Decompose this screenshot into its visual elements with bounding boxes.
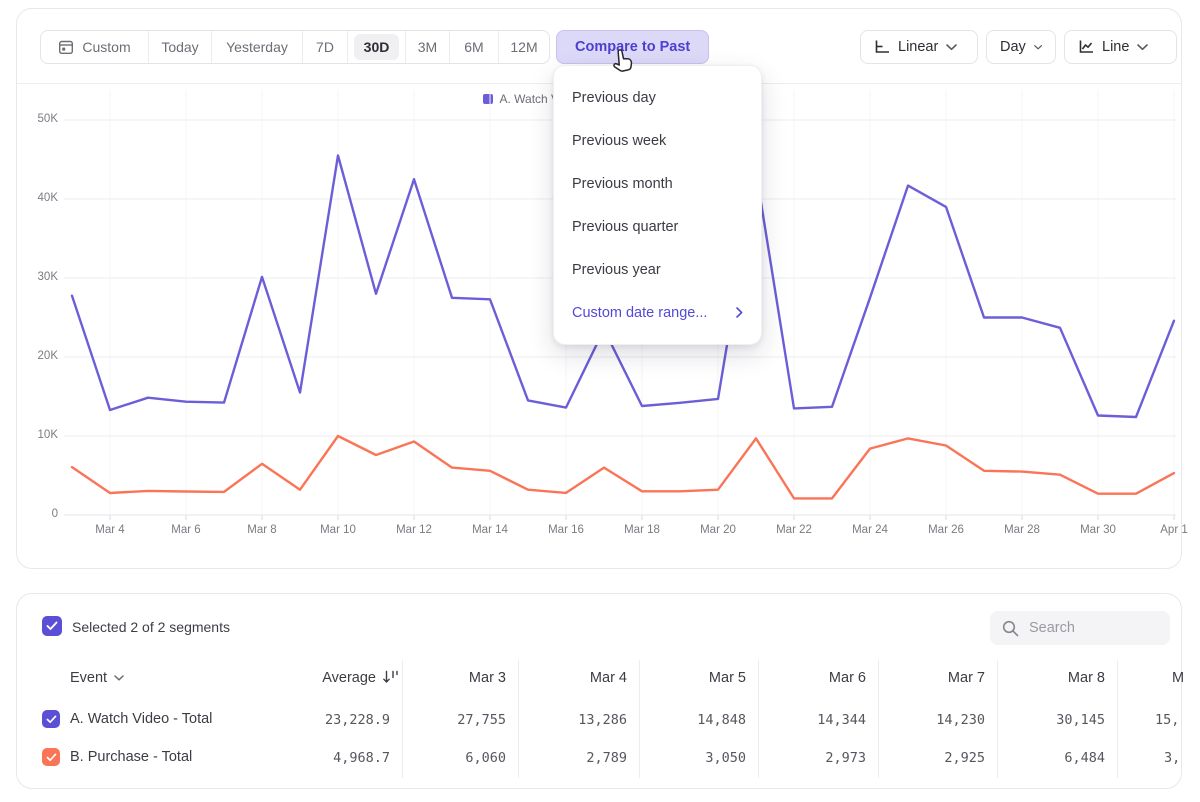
x-axis-label: Mar 26: [914, 524, 978, 536]
column-divider: [1117, 660, 1118, 778]
column-header-mar7[interactable]: Mar 7: [875, 670, 985, 686]
cell-mar8: 6,484: [995, 750, 1105, 766]
cell-mar7: 14,230: [875, 712, 985, 728]
y-axis-label: 20K: [14, 350, 58, 362]
cell-clipped: 15,: [1155, 712, 1195, 728]
column-header-mar8[interactable]: Mar 8: [995, 670, 1105, 686]
menu-item-custom-date-range[interactable]: Custom date range...: [554, 291, 761, 334]
x-axis-label: Mar 28: [990, 524, 1054, 536]
chevron-down-icon: [1034, 44, 1042, 51]
x-axis-label: Mar 12: [382, 524, 446, 536]
scale-button[interactable]: Linear: [860, 30, 978, 64]
select-all-checkbox[interactable]: [42, 616, 62, 636]
x-axis-label: Mar 30: [1066, 524, 1130, 536]
range-custom-label: Custom: [82, 39, 130, 55]
y-axis-label: 30K: [14, 271, 58, 283]
series-a-swatch: [483, 94, 493, 104]
x-axis-label: Mar 8: [230, 524, 294, 536]
range-yesterday[interactable]: Yesterday: [212, 31, 303, 63]
range-custom[interactable]: Custom: [41, 31, 149, 63]
column-header-clipped[interactable]: M: [1172, 670, 1184, 686]
date-range-control: Custom Today Yesterday 7D 30D 3M 6M 12M: [40, 30, 550, 64]
column-header-average[interactable]: Average: [266, 670, 376, 686]
range-today[interactable]: Today: [149, 31, 212, 63]
row-label-watch-video: A. Watch Video - Total: [70, 711, 212, 727]
row-label-purchase: B. Purchase - Total: [70, 749, 192, 765]
x-axis-label: Mar 22: [762, 524, 826, 536]
event-column-header[interactable]: Event: [70, 670, 124, 686]
cell-mar6: 14,344: [756, 712, 866, 728]
y-axis-label: 40K: [14, 192, 58, 204]
cell-mar6: 2,973: [756, 750, 866, 766]
cell-mar5: 3,050: [636, 750, 746, 766]
chart-type-button[interactable]: Line: [1064, 30, 1177, 64]
column-header-mar3[interactable]: Mar 3: [396, 670, 506, 686]
check-icon: [46, 715, 57, 724]
cell-mar7: 2,925: [875, 750, 985, 766]
chevron-right-icon: [736, 307, 743, 318]
column-header-mar4[interactable]: Mar 4: [517, 670, 627, 686]
cell-average: 23,228.9: [280, 712, 390, 728]
row-checkbox-watch-video[interactable]: [42, 710, 60, 728]
y-axis-label: 10K: [14, 429, 58, 441]
y-axis-label: 0: [14, 508, 58, 520]
x-axis-label: Mar 20: [686, 524, 750, 536]
x-axis-label: Mar 18: [610, 524, 674, 536]
x-axis-label: Mar 10: [306, 524, 370, 536]
cell-mar3: 27,755: [396, 712, 506, 728]
x-axis-label: Mar 14: [458, 524, 522, 536]
range-7d[interactable]: 7D: [303, 31, 348, 63]
search-box[interactable]: [990, 611, 1170, 645]
menu-item-previous-month[interactable]: Previous month: [554, 162, 761, 205]
menu-item-previous-day[interactable]: Previous day: [554, 76, 761, 119]
search-input[interactable]: [1029, 620, 1149, 636]
row-checkbox-purchase[interactable]: [42, 748, 60, 766]
cell-mar4: 2,789: [517, 750, 627, 766]
x-axis-label: Apr 1: [1142, 524, 1200, 536]
column-header-mar6[interactable]: Mar 6: [756, 670, 866, 686]
x-axis-label: Mar 4: [78, 524, 142, 536]
chevron-down-icon: [114, 675, 124, 681]
calendar-icon: [58, 39, 74, 55]
column-header-mar5[interactable]: Mar 5: [636, 670, 746, 686]
menu-item-previous-quarter[interactable]: Previous quarter: [554, 205, 761, 248]
range-6m[interactable]: 6M: [450, 31, 499, 63]
compare-to-past-button[interactable]: Compare to Past: [556, 30, 709, 64]
dashboard: Custom Today Yesterday 7D 30D 3M 6M 12M …: [0, 0, 1200, 802]
cell-mar5: 14,848: [636, 712, 746, 728]
y-axis-label: 50K: [14, 113, 58, 125]
range-3m[interactable]: 3M: [406, 31, 450, 63]
compare-menu: Previous day Previous week Previous mont…: [553, 65, 762, 345]
cell-mar8: 30,145: [995, 712, 1105, 728]
search-icon: [1002, 620, 1019, 637]
line-chart-icon: [1078, 40, 1094, 54]
cell-mar4: 13,286: [517, 712, 627, 728]
x-axis-label: Mar 6: [154, 524, 218, 536]
chevron-down-icon: [1137, 44, 1148, 51]
check-icon: [46, 621, 58, 631]
linear-axis-icon: [874, 40, 890, 54]
interval-button[interactable]: Day: [986, 30, 1056, 64]
cell-clipped: 3,: [1164, 750, 1200, 766]
chevron-down-icon: [946, 44, 957, 51]
cell-mar3: 6,060: [396, 750, 506, 766]
menu-item-previous-week[interactable]: Previous week: [554, 119, 761, 162]
check-icon: [46, 753, 57, 762]
selected-summary: Selected 2 of 2 segments: [72, 619, 230, 635]
menu-item-previous-year[interactable]: Previous year: [554, 248, 761, 291]
range-30d[interactable]: 30D: [348, 31, 406, 63]
range-12m[interactable]: 12M: [499, 31, 549, 63]
x-axis-label: Mar 24: [838, 524, 902, 536]
x-axis-label: Mar 16: [534, 524, 598, 536]
cell-average: 4,968.7: [280, 750, 390, 766]
